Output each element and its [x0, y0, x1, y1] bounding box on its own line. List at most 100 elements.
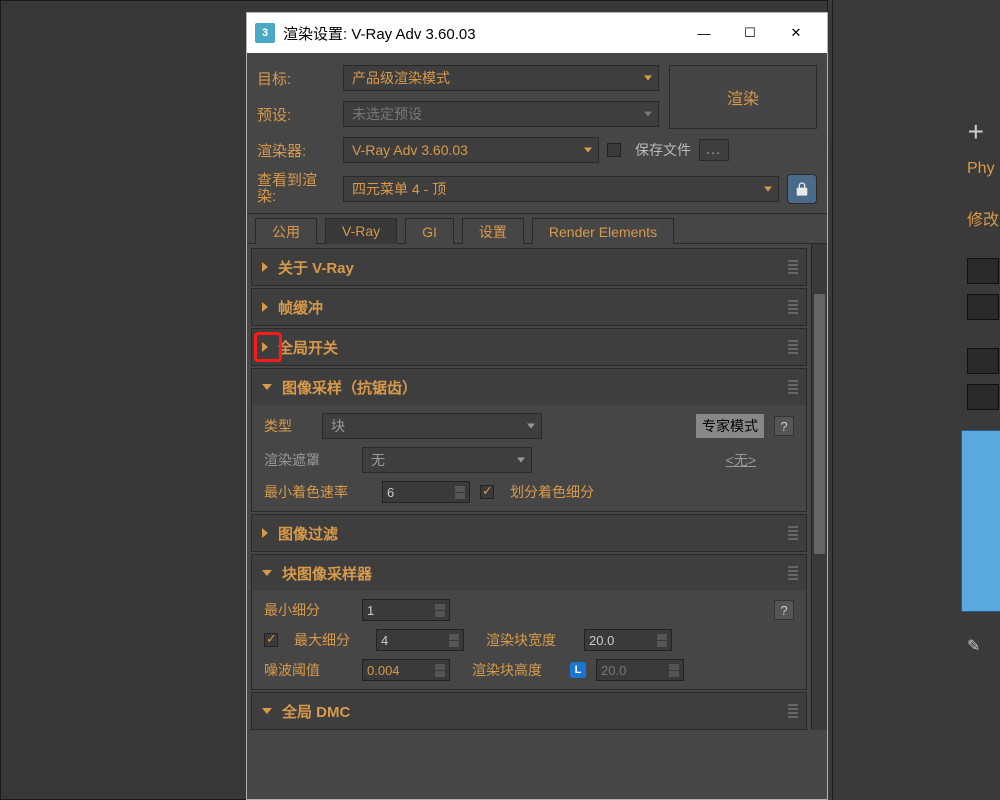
modify-label[interactable]: 修改: [967, 206, 999, 230]
min-sub-label: 最小细分: [264, 600, 352, 620]
divide-shading-checkbox[interactable]: [480, 485, 494, 499]
rollout-frame-buffer-title: 帧缓冲: [278, 297, 323, 318]
max-sub-checkbox[interactable]: [264, 633, 278, 647]
caret-down-icon: [527, 424, 535, 429]
drag-handle-icon[interactable]: [788, 260, 798, 274]
dialog-body: 目标: 产品级渲染模式 预设: 未选定预设: [247, 53, 827, 799]
eyedropper-icon[interactable]: ✎: [967, 636, 980, 656]
tab-vray[interactable]: V-Ray: [325, 218, 397, 244]
rollout-about-title: 关于 V-Ray: [278, 257, 354, 278]
lock-view-button[interactable]: [787, 174, 817, 204]
rollout-global-dmc-title: 全局 DMC: [282, 701, 350, 722]
min-sub-spinner[interactable]: 1: [362, 599, 450, 621]
sampler-type-value: 块: [331, 416, 345, 436]
tab-strip: 公用 V-Ray GI 设置 Render Elements: [247, 214, 827, 244]
maximize-button[interactable]: ☐: [727, 13, 773, 53]
triangle-right-icon: [262, 342, 268, 352]
min-shading-spinner[interactable]: 6: [382, 481, 470, 503]
lock-l-badge[interactable]: L: [570, 662, 586, 678]
physics-label[interactable]: Phy: [967, 160, 995, 178]
min-sub-value: 1: [367, 603, 374, 618]
caret-down-icon: [644, 112, 652, 117]
triangle-right-icon: [262, 302, 268, 312]
rollout-global-dmc[interactable]: 全局 DMC: [252, 693, 806, 729]
preset-value: 未选定预设: [352, 104, 422, 124]
rollout-global-switches[interactable]: 全局开关: [252, 329, 806, 365]
sampler-type-dropdown[interactable]: 块: [322, 413, 542, 439]
close-button[interactable]: ✕: [773, 13, 819, 53]
target-dropdown[interactable]: 产品级渲染模式: [343, 65, 659, 91]
rollout-image-filter[interactable]: 图像过滤: [252, 515, 806, 551]
bucket-width-spinner[interactable]: 20.0: [584, 629, 672, 651]
caret-down-icon: [764, 187, 772, 192]
bucket-height-label: 渲染块高度: [472, 660, 560, 680]
type-label: 类型: [264, 416, 312, 436]
renderer-value: V-Ray Adv 3.60.03: [352, 142, 468, 158]
vertical-scrollbar[interactable]: [811, 244, 827, 730]
view-dropdown[interactable]: 四元菜单 4 - 顶: [343, 176, 779, 202]
titlebar[interactable]: 3 渲染设置: V-Ray Adv 3.60.03 — ☐ ✕: [247, 13, 827, 53]
panel-slot-3[interactable]: [967, 348, 999, 374]
tab-gi[interactable]: GI: [405, 218, 454, 244]
noise-threshold-label: 噪波阈值: [264, 660, 352, 680]
render-mask-dropdown[interactable]: 无: [362, 447, 532, 473]
tab-settings[interactable]: 设置: [462, 218, 524, 244]
view-value: 四元菜单 4 - 顶: [352, 179, 446, 199]
panel-slot-2[interactable]: [967, 294, 999, 320]
max-sub-spinner[interactable]: 4: [376, 629, 464, 651]
triangle-down-icon: [262, 384, 272, 390]
min-shading-value: 6: [387, 485, 394, 500]
lock-icon: [794, 181, 810, 197]
help-button[interactable]: ?: [774, 600, 794, 620]
renderer-dropdown[interactable]: V-Ray Adv 3.60.03: [343, 137, 599, 163]
save-file-checkbox[interactable]: [607, 143, 621, 157]
scrollbar-thumb[interactable]: [814, 294, 825, 554]
mask-none-link[interactable]: <无>: [726, 450, 756, 470]
bucket-height-spinner[interactable]: 20.0: [596, 659, 684, 681]
rollout-area: 关于 V-Ray 帧缓冲 全: [247, 244, 811, 730]
save-path-button[interactable]: …: [699, 139, 729, 161]
drag-handle-icon[interactable]: [788, 526, 798, 540]
drag-handle-icon[interactable]: [788, 566, 798, 580]
rollout-about-vray[interactable]: 关于 V-Ray: [252, 249, 806, 285]
view-label: 查看到渲染:: [257, 173, 335, 205]
preset-dropdown[interactable]: 未选定预设: [343, 101, 659, 127]
right-panel: + Phy 修改 ✎: [832, 0, 1000, 800]
panel-slot-1[interactable]: [967, 258, 999, 284]
image-sampler-body: 类型 块 专家模式 ? 渲染遮罩: [252, 405, 806, 511]
app-background: 上 北 东 南 + Phy 修改 ✎ 3 渲染设置: V-Ray Adv 3.6…: [0, 0, 1000, 800]
render-button[interactable]: 渲染: [669, 65, 817, 129]
bucket-width-value: 20.0: [589, 633, 614, 648]
expert-mode-button[interactable]: 专家模式: [696, 414, 764, 438]
rollout-global-switches-title: 全局开关: [278, 337, 338, 358]
caret-down-icon: [517, 458, 525, 463]
drag-handle-icon[interactable]: [788, 300, 798, 314]
minimize-button[interactable]: —: [681, 13, 727, 53]
rollout-bucket-sampler[interactable]: 块图像采样器: [252, 555, 806, 591]
rollout-image-sampler[interactable]: 图像采样（抗锯齿）: [252, 369, 806, 405]
app-icon: 3: [255, 23, 275, 43]
bucket-sampler-body: 最小细分 1 ? 最大细分: [252, 591, 806, 689]
bucket-width-label: 渲染块宽度: [486, 630, 574, 650]
render-mask-label: 渲染遮罩: [264, 450, 352, 470]
drag-handle-icon[interactable]: [788, 704, 798, 718]
tab-common[interactable]: 公用: [255, 218, 317, 244]
caret-down-icon: [644, 76, 652, 81]
bucket-height-value: 20.0: [601, 663, 626, 678]
help-button[interactable]: ?: [774, 416, 794, 436]
panel-slot-4[interactable]: [967, 384, 999, 410]
rollout-frame-buffer[interactable]: 帧缓冲: [252, 289, 806, 325]
drag-handle-icon[interactable]: [788, 380, 798, 394]
tab-render-elements[interactable]: Render Elements: [532, 218, 674, 244]
drag-handle-icon[interactable]: [788, 340, 798, 354]
target-value: 产品级渲染模式: [352, 68, 450, 88]
render-mask-value: 无: [371, 450, 385, 470]
window-title: 渲染设置: V-Ray Adv 3.60.03: [283, 23, 681, 44]
create-plus-icon[interactable]: +: [968, 116, 984, 148]
selection-panel[interactable]: [961, 430, 1000, 612]
noise-threshold-spinner[interactable]: 0.004: [362, 659, 450, 681]
top-settings-panel: 目标: 产品级渲染模式 预设: 未选定预设: [247, 53, 827, 214]
divide-shading-label: 划分着色细分: [510, 482, 594, 502]
triangle-right-icon: [262, 528, 268, 538]
triangle-down-icon: [262, 708, 272, 714]
